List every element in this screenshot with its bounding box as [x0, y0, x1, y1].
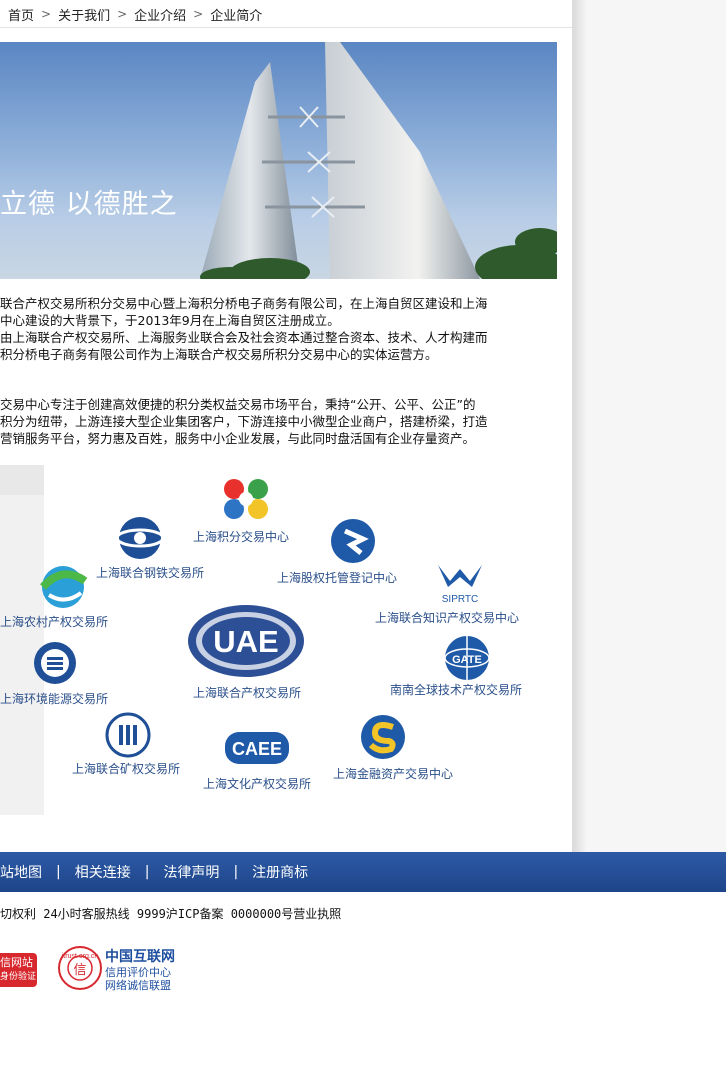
page-edge-shadow — [572, 0, 586, 852]
intro-paragraph-1: 联合产权交易所积分交易中心暨上海积分桥电子商务有限公司，在上海自贸区建设和上海 … — [0, 295, 538, 363]
partner-label: 上海农村产权交易所 — [0, 615, 109, 629]
right-background — [586, 0, 726, 852]
intro-line: 联合产权交易所积分交易中心暨上海积分桥电子商务有限公司，在上海自贸区建设和上海 — [0, 296, 488, 311]
breadcrumb-about-link[interactable]: 关于我们 — [58, 5, 110, 24]
caee-logo-icon: CAEE — [225, 732, 289, 764]
steel-exchange-logo-icon — [115, 517, 165, 559]
footer-nav-bar: 站地图 | 相关连接 | 法律声明 | 注册商标 — [0, 852, 726, 892]
intro-line: 中心建设的大背景下，于2013年9月在上海自贸区注册成立。 — [0, 313, 340, 328]
footer-separator: | — [233, 864, 239, 880]
copyright-text: 切权利 24小时客服热线 9999沪ICP备案 0000000号营业执照 — [0, 907, 342, 921]
seal-center-text: 信 — [73, 962, 86, 977]
four-petal-logo-icon — [224, 479, 268, 519]
breadcrumb-separator: > — [193, 7, 204, 21]
siprtc-logo-icon: SIPRTC — [438, 565, 482, 605]
skyscraper-illustration — [200, 42, 557, 279]
content-panel: 首页 > 关于我们 > 企业介绍 > 企业简介 立德 以德胜之 联合产权交易所积… — [0, 0, 573, 852]
breadcrumb: 首页 > 关于我们 > 企业介绍 > 企业简介 — [8, 4, 262, 24]
intro-line: 由上海联合产权交易所、上海服务业联合会及社会资本通过整合资本、技术、人才构建而 — [0, 330, 488, 345]
footer-links: 站地图 | 相关连接 | 法律声明 | 注册商标 — [0, 852, 308, 892]
badge-line: 身份验证 — [0, 972, 37, 982]
credit-center-badge[interactable]: itrust.org.cn 信 中国互联网 信用评价中心 网络诚信联盟 — [57, 945, 191, 992]
partner-label: 上海文化产权交易所 — [203, 777, 312, 791]
rural-exchange-logo-icon — [40, 566, 88, 608]
footer-link-legal[interactable]: 法律声明 — [163, 862, 219, 882]
intro-line: 营销服务平台，努力惠及百姓，服务中小企业发展，与此同时盘活国有企业存量资产。 — [0, 431, 476, 446]
trusted-site-badge[interactable]: 信网站 身份验证 — [0, 953, 37, 987]
footer-link-sitemap[interactable]: 站地图 — [0, 862, 42, 882]
mining-exchange-logo-icon — [105, 712, 151, 758]
badge-line: 网络诚信联盟 — [105, 979, 171, 992]
partner-label: 上海股权托管登记中心 — [277, 571, 398, 585]
equity-custody-logo-icon — [331, 519, 375, 563]
svg-text:SIPRTC: SIPRTC — [442, 594, 479, 605]
intro-line: 积分为纽带，上游连接大型企业集团客户，下游连接中小微型企业商户，搭建桥梁，打造 — [0, 414, 488, 429]
hero-banner: 立德 以德胜之 — [0, 42, 557, 279]
partner-label: 上海联合矿权交易所 — [72, 762, 181, 776]
partner-logo-grid: SIPRTC UAE GATE CAEE 上海积分交易中心 上海联合钢铁交易所 … — [0, 465, 572, 815]
footer-link-trademark[interactable]: 注册商标 — [252, 862, 308, 882]
footer-link-related[interactable]: 相关连接 — [75, 862, 131, 882]
intro-line: 交易中心专注于创建高效便捷的积分类权益交易市场平台，秉持“公开、公平、公正”的 — [0, 397, 476, 412]
gate-logo-icon: GATE — [444, 636, 490, 680]
breadcrumb-divider — [0, 27, 572, 28]
partner-label: 上海积分交易中心 — [193, 530, 290, 544]
partner-label: 南南全球技术产权交易所 — [390, 683, 523, 697]
financial-asset-logo-icon — [361, 715, 405, 759]
banner-slogan: 立德 以德胜之 — [0, 189, 178, 220]
itrust-seal-icon: itrust.org.cn 信 — [58, 946, 102, 990]
breadcrumb-current: 企业简介 — [210, 8, 263, 24]
partner-label: 上海联合钢铁交易所 — [96, 566, 205, 580]
svg-text:GATE: GATE — [452, 654, 482, 666]
breadcrumb-company-link[interactable]: 企业介绍 — [134, 5, 186, 24]
uae-logo-icon: UAE — [188, 605, 304, 677]
intro-line: 积分桥电子商务有限公司作为上海联合产权交易所积分交易中心的实体运营方。 — [0, 347, 438, 362]
partner-label: 上海联合知识产权交易中心 — [375, 611, 520, 625]
breadcrumb-separator: > — [41, 7, 52, 21]
badge-title: 中国互联网 — [105, 949, 175, 965]
intro-paragraph-2: 交易中心专注于创建高效便捷的积分类权益交易市场平台，秉持“公开、公平、公正”的 … — [0, 396, 538, 447]
footer-separator: | — [56, 864, 61, 880]
partner-label: 上海环境能源交易所 — [0, 692, 109, 706]
partner-label: 上海联合产权交易所 — [193, 686, 302, 700]
partner-label: 上海金融资产交易中心 — [333, 767, 454, 781]
svg-text:UAE: UAE — [213, 624, 278, 659]
seal-top-text: itrust.org.cn — [62, 953, 99, 960]
energy-exchange-logo-icon — [34, 642, 76, 684]
breadcrumb-home-link[interactable]: 首页 — [8, 5, 34, 24]
footer-separator: | — [144, 864, 150, 880]
breadcrumb-separator: > — [117, 7, 128, 21]
svg-text:CAEE: CAEE — [232, 739, 282, 759]
badge-line: 信网站 — [0, 956, 33, 969]
